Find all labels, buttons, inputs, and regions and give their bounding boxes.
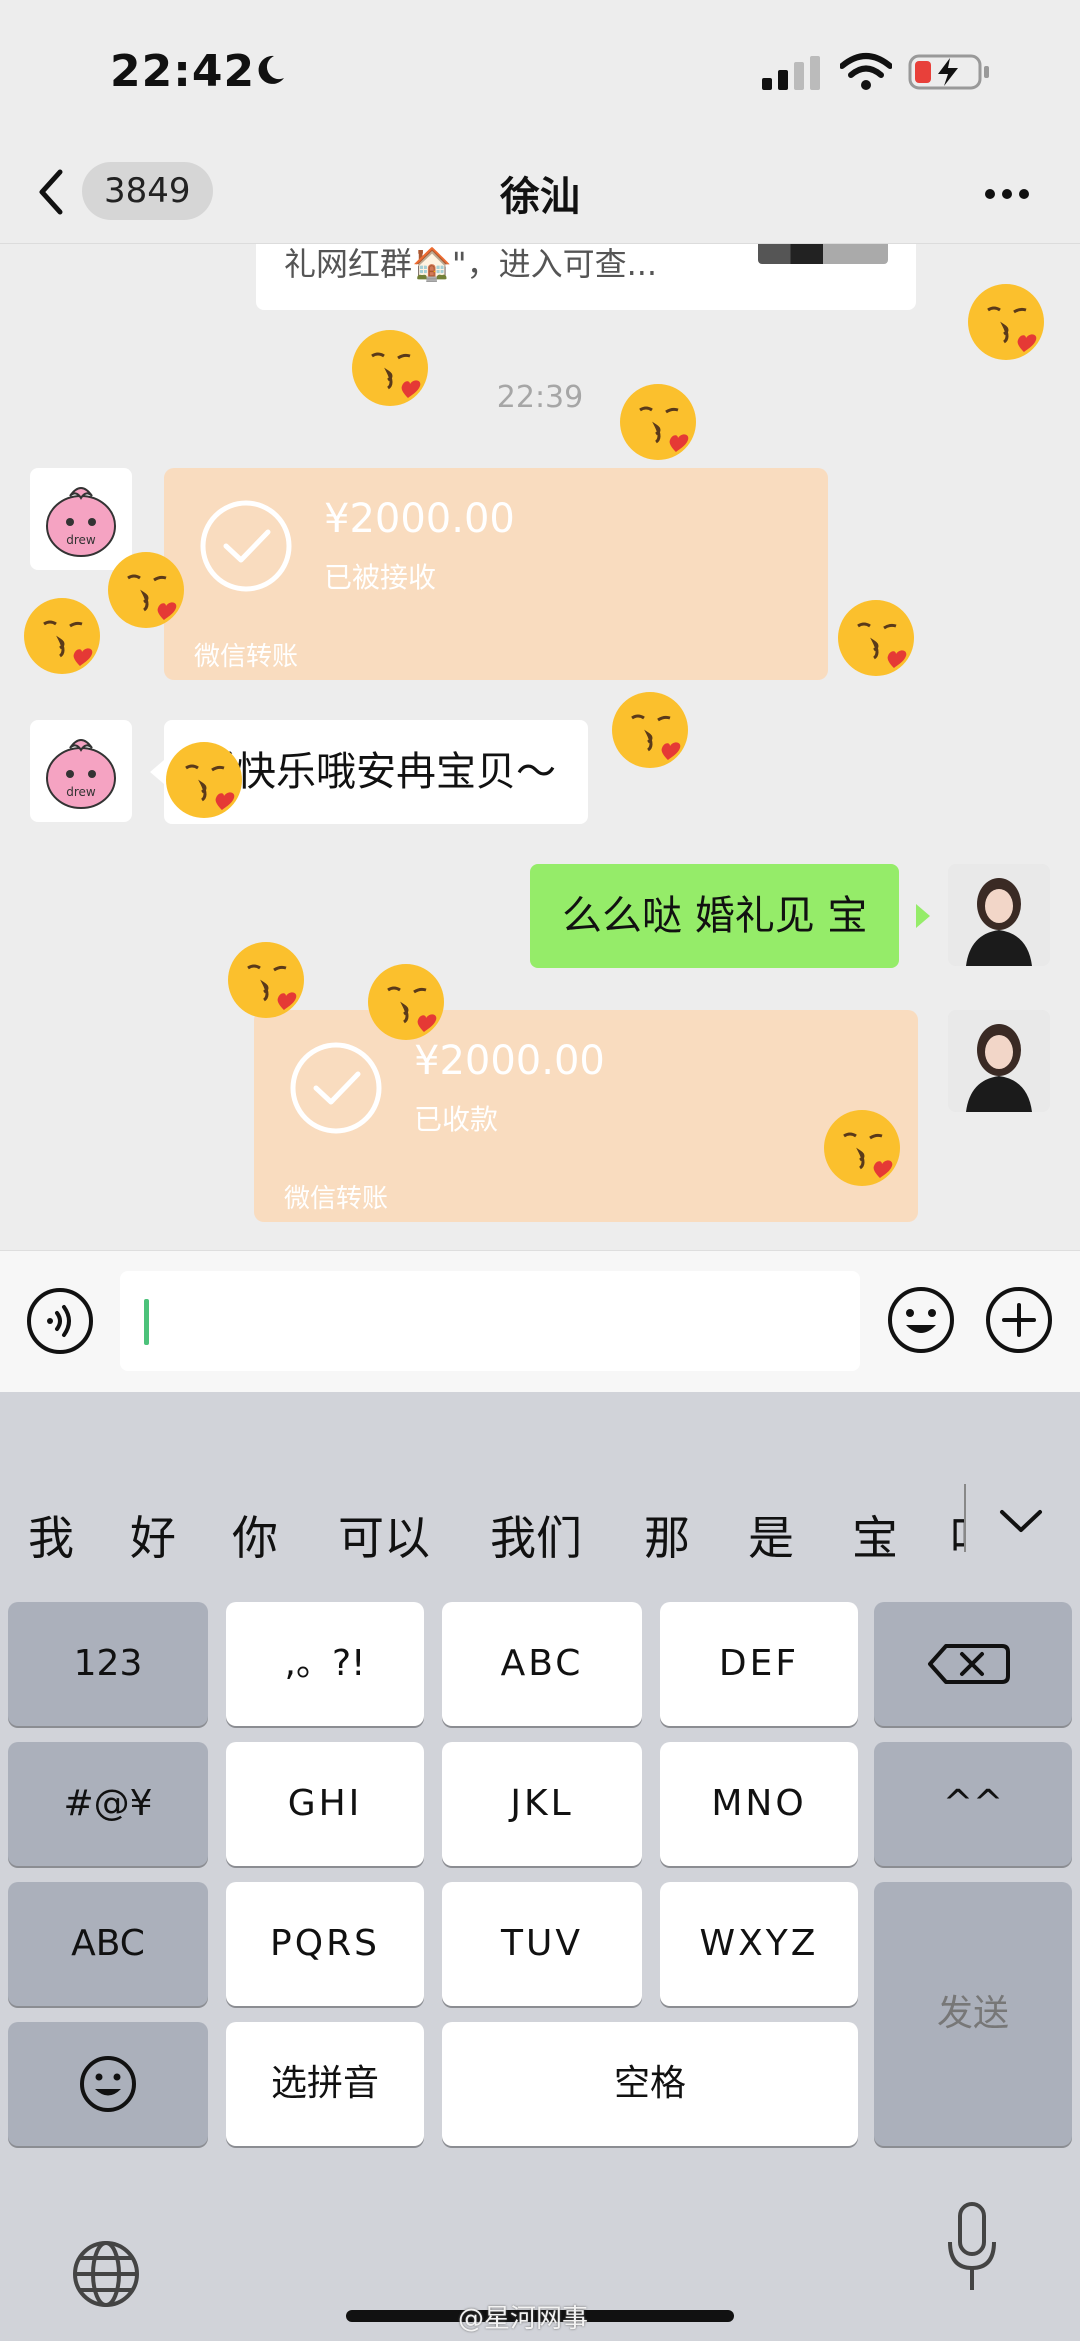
key-emoticon[interactable]: ^^ <box>874 1742 1072 1866</box>
battery-charging-icon <box>908 54 989 90</box>
shared-card[interactable]: 礼网红群🏠"，进入可查... <box>256 244 916 310</box>
moon-icon <box>258 55 284 84</box>
kissing-heart-emoji <box>24 598 100 674</box>
bubble-tail <box>150 760 164 784</box>
wifi-icon <box>840 53 892 90</box>
kissing-heart-emoji <box>838 600 914 676</box>
candidate-word[interactable]: 你 <box>232 1502 278 1568</box>
keyboard-top-strip <box>0 1392 1080 1472</box>
candidate-word[interactable]: 我们 <box>490 1502 582 1568</box>
bubble-tail <box>916 904 930 928</box>
candidate-word[interactable]: 可以 <box>338 1502 430 1568</box>
message-input[interactable] <box>120 1271 860 1371</box>
signal-icon <box>762 56 820 90</box>
key-select-pinyin[interactable]: 选拼音 <box>226 2022 424 2146</box>
kissing-heart-emoji <box>228 942 304 1018</box>
candidate-divider <box>964 1484 966 1552</box>
svg-text:drew: drew <box>66 785 96 799</box>
key-123[interactable]: 123 <box>8 1602 208 1726</box>
kissing-heart-emoji <box>620 384 696 460</box>
kissing-heart-emoji <box>352 330 428 406</box>
ellipsis-icon[interactable] <box>982 174 1032 214</box>
key-ghi[interactable]: GHI <box>226 1742 424 1866</box>
smile-icon[interactable] <box>886 1285 956 1355</box>
pink-character-avatar-icon: drew <box>46 739 116 809</box>
voice-icon[interactable] <box>26 1287 94 1355</box>
avatar[interactable] <box>948 1010 1050 1112</box>
globe-icon[interactable] <box>70 2238 142 2310</box>
candidate-word[interactable]: 那 <box>644 1502 690 1568</box>
candidate-word[interactable]: 是 <box>748 1502 794 1568</box>
status-bar: 22:42 <box>0 0 1080 140</box>
chat-timestamp: 22:39 <box>496 380 584 415</box>
avatar[interactable] <box>948 864 1050 966</box>
key-symbols[interactable]: #@¥ <box>8 1742 208 1866</box>
chat-area[interactable]: 礼网红群🏠"，进入可查... 22:39 drew ¥2000.00 已被接收 … <box>0 244 1080 1250</box>
emoji-key[interactable] <box>8 2022 208 2146</box>
chat-nav-bar: 3849 徐汕 <box>0 140 1080 244</box>
chevron-down-icon[interactable] <box>998 1506 1044 1536</box>
shared-card-text: 礼网红群🏠"，进入可查... <box>284 245 658 283</box>
chat-title: 徐汕 <box>500 174 580 220</box>
plus-icon[interactable] <box>984 1285 1054 1355</box>
check-circle-icon <box>290 1042 382 1134</box>
kissing-heart-emoji <box>368 964 444 1040</box>
key-jkl[interactable]: JKL <box>442 1742 642 1866</box>
keyboard: 我 好 你 可以 我们 那 是 宝 吖 123 ,。?! ABC DEF #@¥… <box>0 1392 1080 2341</box>
kissing-heart-emoji <box>968 284 1044 360</box>
transfer-footer: 微信转账 <box>284 1184 389 1214</box>
text-cursor <box>144 1299 149 1345</box>
transfer-footer: 微信转账 <box>194 642 299 672</box>
user-avatar-icon <box>948 864 1050 966</box>
candidate-word[interactable]: 吖 <box>950 1502 964 1568</box>
status-time: 22:42 <box>110 46 256 97</box>
backspace-key[interactable] <box>874 1602 1072 1726</box>
key-abc[interactable]: ABC <box>442 1602 642 1726</box>
transfer-status: 已收款 <box>414 1103 499 1136</box>
candidate-word[interactable]: 宝 <box>852 1502 898 1568</box>
watermark: @星河网事 <box>458 2304 589 2334</box>
key-pqrs[interactable]: PQRS <box>226 1882 424 2006</box>
kissing-heart-emoji <box>166 742 242 818</box>
candidate-bar: 我 好 你 可以 我们 那 是 宝 吖 <box>0 1472 1080 1582</box>
svg-text:drew: drew <box>66 533 96 547</box>
message-bubble[interactable]: 么么哒 婚礼见 宝 <box>530 864 900 968</box>
kissing-heart-emoji <box>108 552 184 628</box>
candidate-word[interactable]: 好 <box>130 1502 176 1568</box>
key-abc-switch[interactable]: ABC <box>8 1882 208 2006</box>
transfer-card[interactable]: ¥2000.00 已被接收 微信转账 <box>164 468 828 680</box>
kissing-heart-emoji <box>824 1110 900 1186</box>
transfer-amount: ¥2000.00 <box>324 496 515 542</box>
avatar[interactable]: drew <box>30 720 132 822</box>
transfer-amount: ¥2000.00 <box>414 1038 605 1084</box>
key-mno[interactable]: MNO <box>660 1742 858 1866</box>
key-def[interactable]: DEF <box>660 1602 858 1726</box>
key-wxyz[interactable]: WXYZ <box>660 1882 858 2006</box>
transfer-card[interactable]: ¥2000.00 已收款 微信转账 <box>254 1010 918 1222</box>
key-punctuation[interactable]: ,。?! <box>226 1602 424 1726</box>
space-key[interactable]: 空格 <box>442 2022 858 2146</box>
user-avatar-icon <box>948 1010 1050 1112</box>
transfer-status: 已被接收 <box>324 561 437 594</box>
backspace-icon <box>928 1644 1010 1684</box>
microphone-icon[interactable] <box>944 2200 1000 2296</box>
candidate-word[interactable]: 我 <box>28 1502 74 1568</box>
shared-card-thumbnails <box>758 244 888 264</box>
message-input-bar <box>0 1250 1080 1392</box>
send-key[interactable]: 发送 <box>874 1882 1072 2146</box>
smile-key-icon <box>80 2056 136 2112</box>
kissing-heart-emoji <box>612 692 688 768</box>
check-circle-icon <box>200 500 292 592</box>
key-tuv[interactable]: TUV <box>442 1882 642 2006</box>
